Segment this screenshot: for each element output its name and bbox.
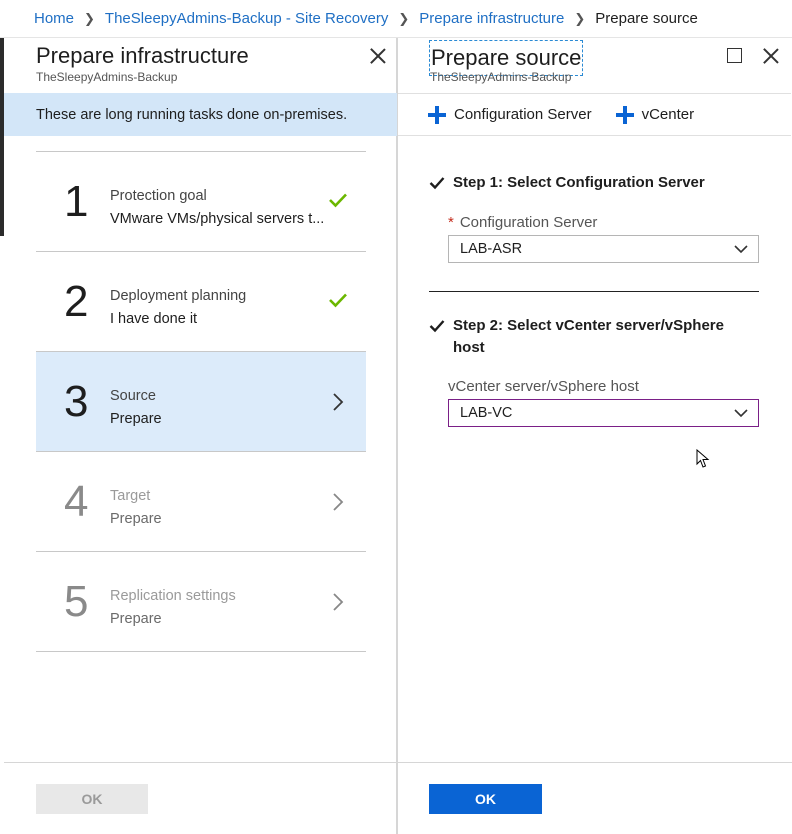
chevron-right-icon: ❯ bbox=[574, 10, 586, 26]
step-title: Source bbox=[110, 388, 156, 404]
chevron-right-icon: ❯ bbox=[84, 10, 95, 26]
chevron-down-icon bbox=[734, 409, 748, 418]
blade-title: Prepare source bbox=[431, 45, 582, 70]
step2-heading: Step 2: Select vCenter server/vSphere ho… bbox=[429, 315, 749, 359]
step-source[interactable]: 3 Source Prepare bbox=[36, 352, 366, 452]
breadcrumb-home[interactable]: Home bbox=[34, 10, 74, 27]
step-subtitle: I have done it bbox=[110, 311, 198, 327]
step-deployment-planning[interactable]: 2 Deployment planning I have done it bbox=[36, 252, 366, 352]
prepare-source-blade: Prepare source TheSleepyAdmins-Backup Co… bbox=[397, 38, 792, 834]
step-subtitle: VMware VMs/physical servers t... bbox=[110, 211, 325, 227]
blade-subtitle: TheSleepyAdmins-Backup bbox=[36, 70, 178, 84]
ok-button[interactable]: OK bbox=[429, 784, 542, 814]
step1-heading: Step 1: Select Configuration Server bbox=[429, 174, 759, 191]
chevron-right-icon bbox=[333, 493, 344, 511]
add-vcenter-label: vCenter bbox=[641, 106, 695, 123]
step-subtitle: Prepare bbox=[110, 511, 162, 527]
configuration-server-value: LAB-ASR bbox=[460, 241, 523, 257]
close-icon[interactable] bbox=[762, 47, 780, 65]
step-number: 3 bbox=[64, 377, 89, 426]
footer-divider bbox=[398, 762, 792, 763]
check-icon bbox=[429, 177, 445, 190]
step-target[interactable]: 4 Target Prepare bbox=[36, 452, 366, 552]
configuration-server-label-text: Configuration Server bbox=[459, 214, 598, 231]
prepare-infrastructure-blade: Prepare infrastructure TheSleepyAdmins-B… bbox=[4, 38, 397, 834]
step-number: 1 bbox=[64, 177, 89, 226]
steps-list: 1 Protection goal VMware VMs/physical se… bbox=[36, 151, 366, 652]
required-marker: * bbox=[448, 214, 454, 231]
step-title: Protection goal bbox=[110, 188, 207, 204]
step-subtitle: Prepare bbox=[110, 611, 162, 627]
breadcrumb: Home ❯ TheSleepyAdmins-Backup - Site Rec… bbox=[0, 0, 792, 38]
breadcrumb-vault[interactable]: TheSleepyAdmins-Backup - Site Recovery bbox=[105, 10, 388, 27]
vcenter-value: LAB-VC bbox=[460, 405, 513, 421]
step-subtitle: Prepare bbox=[110, 411, 162, 427]
step-title: Replication settings bbox=[110, 588, 236, 604]
configuration-server-label: * Configuration Server bbox=[448, 214, 597, 231]
vcenter-dropdown[interactable]: LAB-VC bbox=[448, 399, 759, 427]
chevron-right-icon bbox=[333, 393, 344, 411]
blade-subtitle: TheSleepyAdmins-Backup bbox=[430, 70, 572, 84]
info-banner-text: These are long running tasks done on-pre… bbox=[36, 106, 348, 123]
footer-divider bbox=[4, 762, 397, 763]
vcenter-label: vCenter server/vSphere host bbox=[448, 378, 639, 395]
configuration-server-dropdown[interactable]: LAB-ASR bbox=[448, 235, 759, 263]
chevron-right-icon bbox=[333, 593, 344, 611]
step2-heading-text: Step 2: Select vCenter server/vSphere ho… bbox=[453, 317, 724, 356]
section-divider bbox=[429, 291, 759, 292]
mouse-pointer-icon bbox=[696, 449, 710, 468]
step-number: 5 bbox=[64, 577, 89, 626]
add-vcenter-button[interactable]: vCenter bbox=[615, 105, 695, 124]
info-banner: These are long running tasks done on-pre… bbox=[4, 93, 397, 136]
step-number: 2 bbox=[64, 277, 89, 326]
toolbar: Configuration Server vCenter bbox=[398, 93, 791, 136]
step1-heading-text: Step 1: Select Configuration Server bbox=[453, 174, 705, 191]
add-configuration-server-button[interactable]: Configuration Server bbox=[428, 105, 592, 124]
step-title: Target bbox=[110, 488, 151, 504]
step-protection-goal[interactable]: 1 Protection goal VMware VMs/physical se… bbox=[36, 152, 366, 252]
check-icon bbox=[329, 193, 347, 208]
step-replication-settings[interactable]: 5 Replication settings Prepare bbox=[36, 552, 366, 652]
plus-icon bbox=[428, 105, 446, 124]
step-title: Deployment planning bbox=[110, 288, 247, 304]
maximize-icon[interactable] bbox=[727, 48, 742, 63]
chevron-right-icon: ❯ bbox=[398, 10, 410, 26]
plus-icon bbox=[615, 105, 634, 124]
check-icon bbox=[329, 293, 347, 308]
chevron-down-icon bbox=[734, 245, 748, 254]
breadcrumb-current: Prepare source bbox=[595, 10, 698, 27]
blade-title: Prepare infrastructure bbox=[36, 43, 249, 68]
breadcrumb-prepare-infrastructure[interactable]: Prepare infrastructure bbox=[419, 10, 564, 27]
close-icon[interactable] bbox=[369, 47, 387, 65]
check-icon bbox=[429, 320, 445, 333]
add-configuration-server-label: Configuration Server bbox=[454, 106, 592, 123]
ok-button-disabled[interactable]: OK bbox=[36, 784, 148, 814]
step-number: 4 bbox=[64, 477, 89, 526]
